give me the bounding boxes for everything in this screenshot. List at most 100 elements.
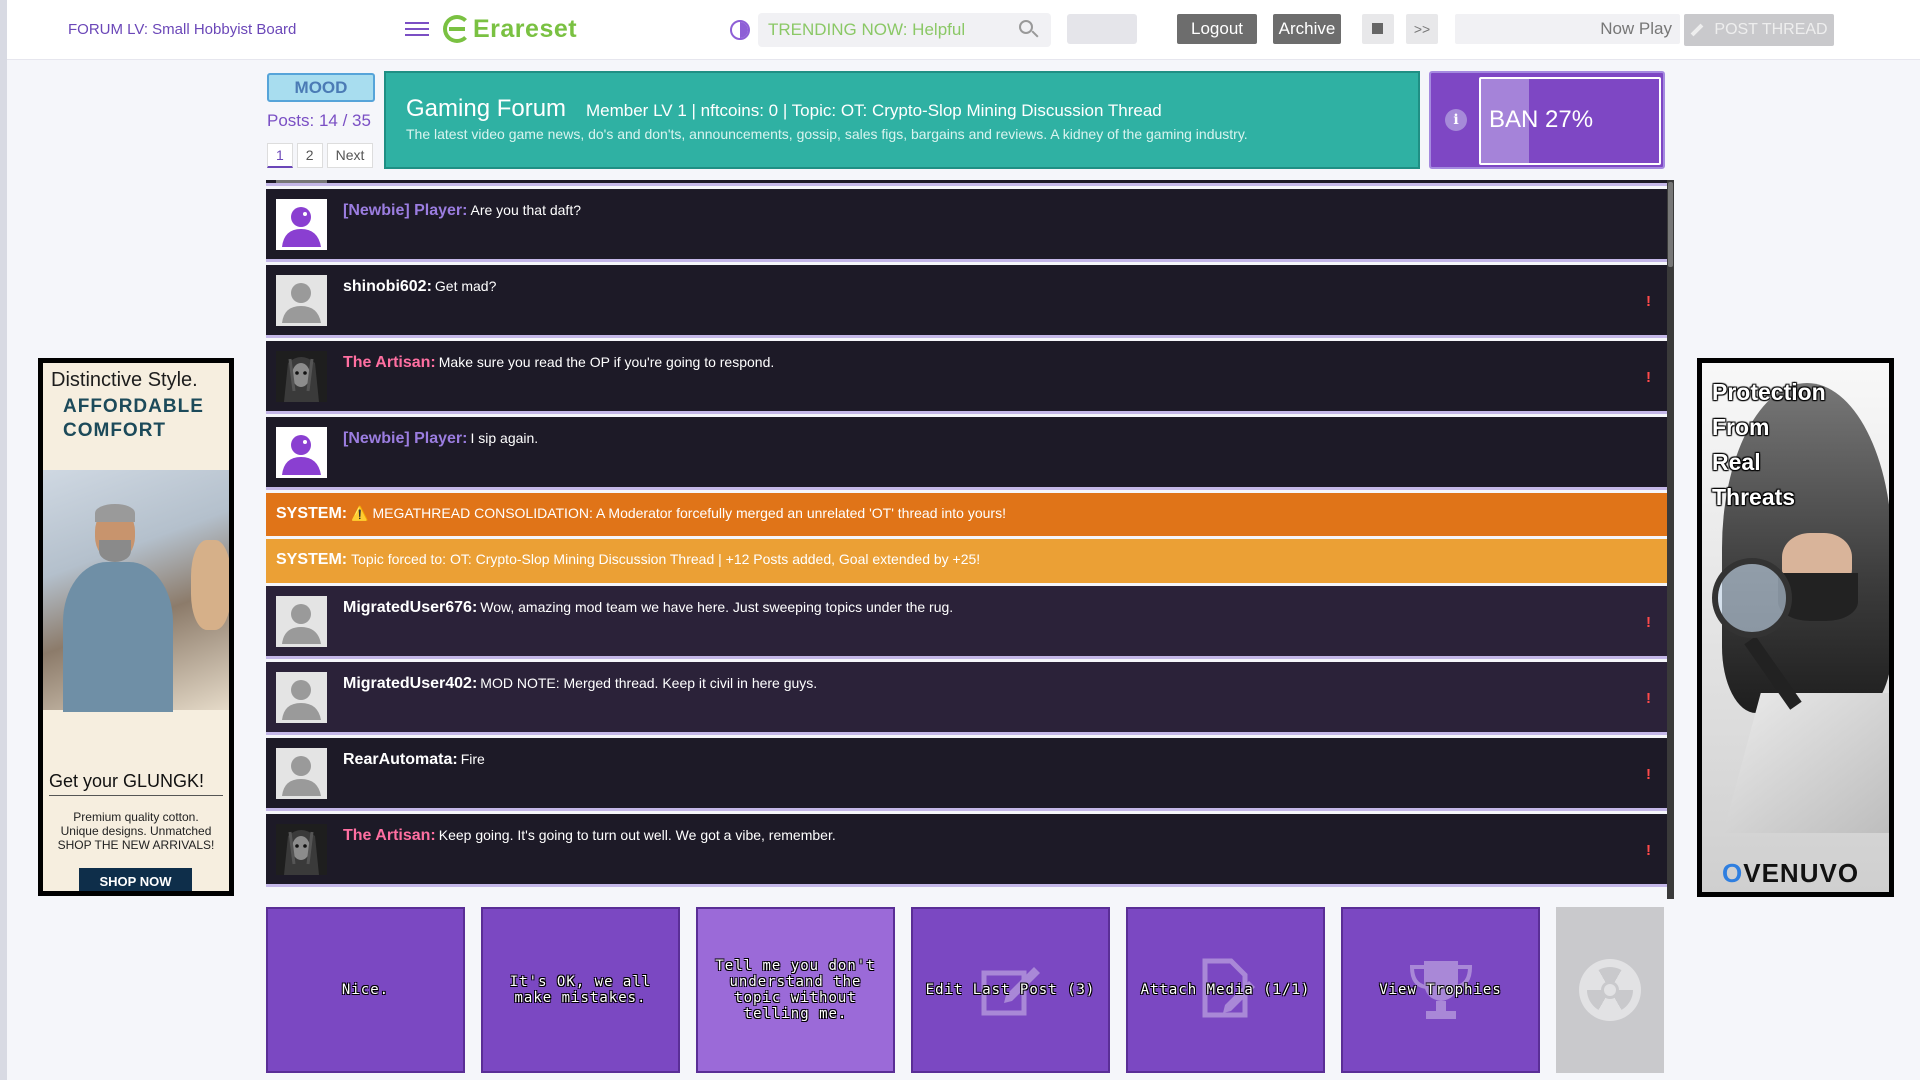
pencil-icon — [1691, 23, 1704, 37]
contrast-toggle-icon[interactable] — [730, 20, 750, 40]
logo-e-icon — [443, 15, 471, 43]
forum-tagline: The latest video game news, do's and don… — [406, 126, 1248, 142]
info-icon[interactable]: i — [1445, 109, 1467, 131]
forum-title: Gaming Forum — [406, 95, 567, 122]
system-text: Topic forced to: OT: Crypto-Slop Mining … — [351, 551, 981, 567]
default-avatar — [276, 596, 327, 647]
report-flag[interactable]: ! — [1646, 369, 1651, 386]
edit-last-post-button[interactable]: Edit Last Post (3) — [911, 907, 1110, 1073]
post[interactable]: [Newbie] Player: Are you that daft? — [266, 189, 1667, 262]
report-flag[interactable]: ! — [1646, 766, 1651, 783]
ad-divider — [49, 795, 223, 796]
post-username[interactable]: MigratedUser402: — [343, 675, 477, 692]
post-username[interactable]: RearAutomata: — [343, 751, 458, 768]
radiation-icon — [1579, 959, 1641, 1021]
reply-mistakes-button[interactable]: It's OK, we all make mistakes. — [481, 907, 680, 1073]
view-trophies-button[interactable]: View Trophies — [1341, 907, 1540, 1073]
search-input[interactable] — [758, 13, 998, 47]
post[interactable]: The Artisan: Keep going. It's going to tu… — [266, 814, 1667, 887]
post-username[interactable]: The Artisan: — [343, 354, 436, 371]
right-advertisement[interactable]: Protection From Real Threats OVENUVO — [1697, 358, 1894, 897]
post[interactable]: [Newbie] Player: I sip again. — [266, 417, 1667, 490]
post-username[interactable]: [Newbie] Player: — [343, 202, 467, 219]
post[interactable]: The Artisan: Make sure you read the OP if… — [266, 341, 1667, 414]
ad-tagline: Distinctive Style. — [51, 369, 198, 391]
menu-icon[interactable] — [405, 18, 429, 40]
post-username[interactable]: The Artisan: — [343, 827, 436, 844]
post-text: Keep going. It's going to turn out well.… — [438, 827, 836, 843]
ad-product-headline: Get your GLUNGK! — [49, 771, 205, 791]
system-label: SYSTEM: — [276, 551, 348, 568]
site-logo[interactable]: Erareset — [443, 12, 577, 46]
report-flag[interactable]: ! — [1646, 614, 1651, 631]
artisan-avatar — [276, 824, 327, 875]
post[interactable]: MigratedUser402: MOD NOTE: Merged thread.… — [266, 662, 1667, 735]
page-2-link[interactable]: 2 — [296, 143, 323, 168]
page-1-link[interactable]: 1 — [267, 143, 293, 168]
report-flag[interactable]: ! — [1646, 842, 1651, 859]
report-flag[interactable]: ! — [1646, 293, 1651, 310]
report-flag[interactable]: ! — [1646, 690, 1651, 707]
now-playing-field: Now Play — [1455, 14, 1680, 44]
post-text: Get mad? — [434, 278, 497, 294]
post-count: Posts: 14 / 35 — [267, 111, 371, 130]
post-text: Wow, amazing mod team we have here. Just… — [480, 599, 954, 615]
default-avatar — [276, 275, 327, 326]
post-username[interactable]: [Newbie] Player: — [343, 430, 467, 447]
window-edge — [0, 0, 7, 1080]
ad-headline: Protection From Real Threats — [1712, 379, 1826, 510]
next-page-link[interactable]: Next — [326, 143, 374, 168]
system-text: ⚠️ MEGATHREAD CONSOLIDATION: A Moderator… — [351, 505, 1006, 521]
post-thread-button[interactable]: POST THREAD — [1684, 14, 1834, 46]
newbie-avatar — [276, 427, 327, 478]
reply-topic-button[interactable]: Tell me you don't understand the topic w… — [696, 907, 895, 1073]
attach-media-button[interactable]: Attach Media (1/1) — [1126, 907, 1325, 1073]
thread-list[interactable]: [Newbie] Player: Are you that daft? shino… — [266, 180, 1667, 899]
ban-label: BAN 27% — [1489, 106, 1594, 133]
system-message: SYSTEM: ⚠️ MEGATHREAD CONSOLIDATION: A Mo… — [266, 493, 1667, 536]
post-text: MOD NOTE: Merged thread. Keep it civil i… — [480, 675, 818, 691]
ad-body: Premium quality cotton. Unique designs. … — [57, 810, 215, 852]
pagination: 1 2 Next — [267, 143, 377, 168]
post-username[interactable]: MigratedUser676: — [343, 599, 477, 616]
system-message: SYSTEM: Topic forced to: OT: Crypto-Slop … — [266, 539, 1667, 583]
logout-button[interactable]: Logout — [1177, 14, 1257, 44]
default-avatar — [276, 672, 327, 723]
ad-photo — [43, 470, 229, 712]
ban-progress-bar: BAN 27% — [1479, 77, 1661, 165]
previous-post-edge — [266, 180, 1667, 186]
post-username[interactable]: shinobi602: — [343, 278, 432, 295]
stop-button[interactable] — [1362, 14, 1394, 44]
shop-now-button[interactable]: SHOP NOW — [79, 868, 192, 891]
search-box — [758, 13, 1051, 47]
blank-button[interactable] — [1067, 14, 1137, 44]
nuke-button[interactable] — [1556, 907, 1664, 1073]
ad-headline: AFFORDABLE COMFORT — [63, 396, 204, 441]
forum-level-label: FORUM LV: Small Hobbyist Board — [68, 21, 297, 38]
forum-banner: Gaming Forum Member LV 1 | nftcoins: 0 |… — [384, 71, 1420, 169]
mood-button[interactable]: MOOD — [267, 73, 375, 102]
ad-brand-logo: OVENUVO — [1722, 858, 1860, 888]
default-avatar — [276, 748, 327, 799]
reply-nice-button[interactable]: Nice. — [266, 907, 465, 1073]
post-text: Make sure you read the OP if you're goin… — [438, 354, 775, 370]
search-icon[interactable] — [1019, 20, 1039, 40]
post[interactable]: RearAutomata: Fire ! — [266, 738, 1667, 811]
thread-scrollbar-thumb[interactable] — [1668, 182, 1673, 267]
archive-button[interactable]: Archive — [1273, 14, 1341, 44]
post[interactable]: shinobi602: Get mad? ! — [266, 265, 1667, 338]
left-advertisement[interactable]: Distinctive Style. AFFORDABLE COMFORT Ge… — [38, 358, 234, 896]
fast-forward-button[interactable]: >> — [1406, 14, 1438, 44]
post-text: Are you that daft? — [470, 202, 582, 218]
artisan-avatar — [276, 351, 327, 402]
newbie-avatar — [276, 199, 327, 250]
post-text: Fire — [460, 751, 485, 767]
top-bar: FORUM LV: Small Hobbyist Board Erareset … — [7, 0, 1920, 60]
member-status: Member LV 1 | nftcoins: 0 | Topic: OT: C… — [586, 101, 1162, 120]
post[interactable]: MigratedUser676: Wow, amazing mod team we… — [266, 586, 1667, 659]
stop-icon — [1372, 23, 1383, 34]
thread-scrollbar[interactable] — [1667, 180, 1674, 899]
ban-meter: i BAN 27% — [1429, 71, 1665, 169]
system-label: SYSTEM: — [276, 505, 348, 522]
post-text: I sip again. — [470, 430, 539, 446]
